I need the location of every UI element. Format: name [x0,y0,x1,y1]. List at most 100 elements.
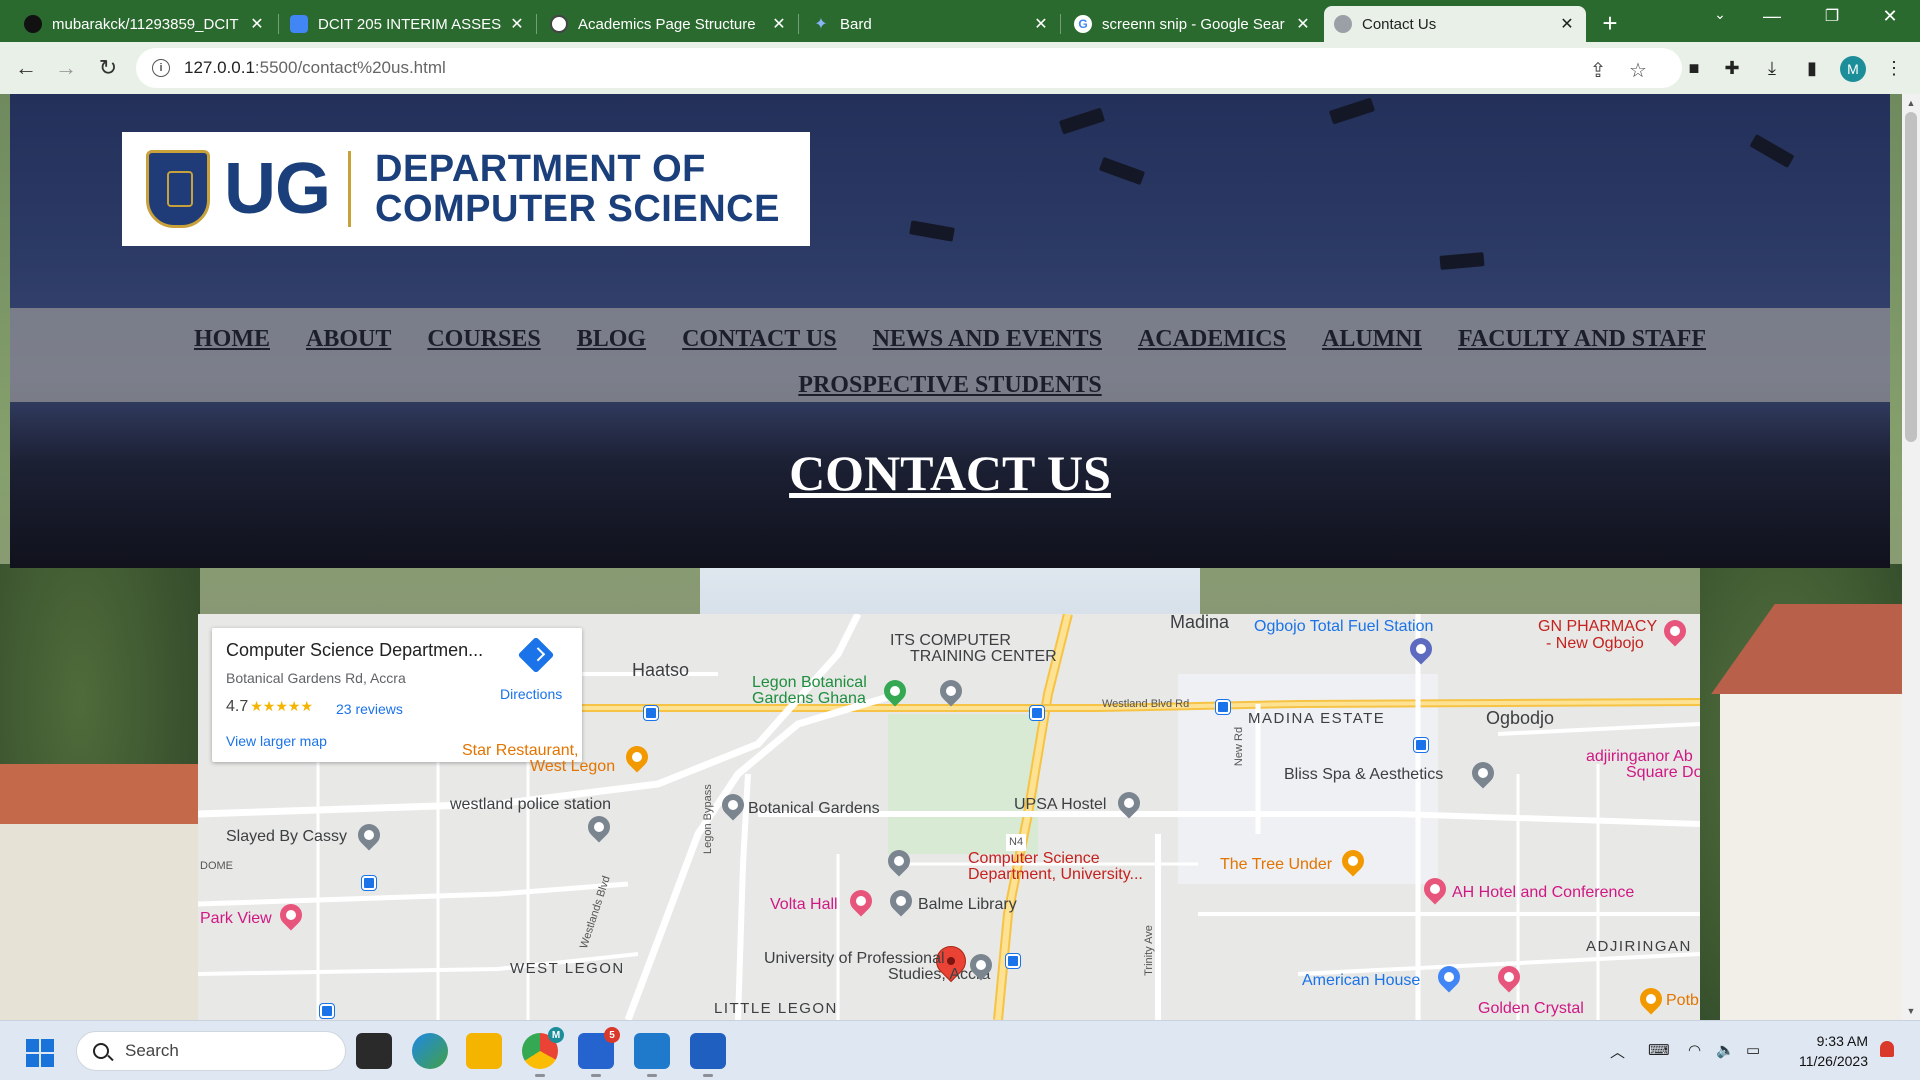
browser-tab[interactable]: DCIT 205 INTERIM ASSESSM ✕ [280,6,536,42]
nav-item: FACULTY AND STAFF [1458,316,1706,362]
browser-tab[interactable]: ✦ Bard ✕ [802,6,1060,42]
close-tab-icon[interactable]: ✕ [1558,14,1576,34]
page-title: CONTACT US [789,445,1111,501]
map-label: DOME [200,860,233,872]
close-tab-icon[interactable]: ✕ [508,14,526,34]
map-label: Ogbodjo [1486,708,1555,728]
restore-icon[interactable]: ❐ [1812,6,1852,26]
bus-stop-icon[interactable] [1216,700,1230,714]
minimize-icon[interactable]: — [1752,6,1792,27]
nav-link-academics[interactable]: ACADEMICS [1138,326,1286,353]
edge-browser-icon[interactable] [412,1033,448,1069]
windows-start-icon[interactable] [26,1039,54,1067]
directions-link[interactable]: Directions [500,686,562,702]
scroll-down-icon[interactable]: ▼ [1905,1006,1917,1016]
close-window-icon[interactable]: ✕ [1870,6,1910,27]
embedded-map[interactable]: Computer Science Departmen... Botanical … [198,614,1700,1020]
download-icon[interactable]: ⤓ [1760,56,1784,80]
github-icon [24,15,42,33]
bookmark-star-icon[interactable]: ☆ [1626,58,1650,83]
browser-tab[interactable]: mubarakck/11293859_DCIT ✕ [14,6,276,42]
close-tab-icon[interactable]: ✕ [248,14,266,34]
map-label: Balme Library [918,896,1017,913]
nav-link-news-and-events[interactable]: NEWS AND EVENTS [873,326,1102,353]
todo-check-icon[interactable]: 5 [578,1027,620,1077]
tab-separator [798,14,799,34]
background-roof-left [0,764,200,824]
bus-stop-icon[interactable] [644,706,658,720]
bus-stop-icon[interactable] [1006,954,1020,968]
view-larger-map-link[interactable]: View larger map [226,733,327,749]
back-arrow-icon[interactable]: ← [12,54,40,82]
browser-tab[interactable]: Academics Page Structure ✕ [540,6,798,42]
nav-link-courses[interactable]: COURSES [427,326,540,353]
side-panel-icon[interactable]: ▮ [1800,56,1824,80]
bus-stop-icon[interactable] [362,876,376,890]
nav-link-contact-us[interactable]: CONTACT US [682,326,836,353]
logo-line-1: DEPARTMENT OF [375,148,706,190]
menu-kebab-icon[interactable]: ⋮ [1882,56,1906,80]
file-explorer-icon[interactable] [466,1033,502,1069]
word-icon[interactable] [690,1033,726,1077]
map-label: ADJIRINGAN [1586,938,1692,955]
browser-tab[interactable]: G screenn snip - Google Sear ✕ [1064,6,1322,42]
google-icon: G [1074,15,1092,33]
graduation-cap-icon [1439,252,1485,270]
taskbar-search[interactable]: Search [76,1031,346,1071]
nav-item: ACADEMICS [1138,316,1286,362]
close-tab-icon[interactable]: ✕ [770,14,788,34]
map-label: The Tree Under [1220,856,1333,873]
nav-link-faculty-and-staff[interactable]: FACULTY AND STAFF [1458,326,1706,353]
map-label: New Rd [1233,726,1246,767]
bus-stop-icon[interactable] [1030,706,1044,720]
show-hidden-icons-icon[interactable]: ︿ [1610,1041,1625,1062]
nav-link-about[interactable]: ABOUT [306,326,391,353]
map-label: Volta Hall [770,896,838,913]
logo-line-2: COMPUTER SCIENCE [375,188,780,230]
map-label: Gardens Ghana [752,690,866,707]
profile-avatar[interactable]: M [1840,56,1866,82]
address-bar[interactable]: i 127.0.0.1:5500/contact%20us.html ⇪ ☆ [136,48,1682,88]
search-label: Search [125,1041,179,1060]
scrollbar-thumb[interactable] [1905,112,1917,442]
directions-icon[interactable] [517,636,555,674]
close-tab-icon[interactable]: ✕ [1294,14,1312,34]
chrome-icon[interactable]: M [522,1027,564,1077]
site-info-icon[interactable]: i [152,59,170,77]
new-tab-button[interactable]: + [1595,8,1625,39]
wifi-icon[interactable]: ◠ [1688,1041,1701,1059]
map-label: Legon Bypass [702,784,714,854]
battery-icon[interactable]: ▭ [1746,1041,1760,1059]
vscode-icon[interactable] [634,1033,670,1077]
nav-item: CONTACT US [682,316,836,362]
nav-item: COURSES [427,316,540,362]
browser-tab-active[interactable]: Contact Us ✕ [1324,6,1586,42]
keyboard-icon[interactable]: ⌨ [1648,1041,1670,1059]
scroll-up-icon[interactable]: ▲ [1905,98,1917,108]
nav-item: BLOG [577,316,646,362]
bus-stop-icon[interactable] [1414,738,1428,752]
puzzle-extensions-icon[interactable]: ✚ [1720,56,1744,80]
nav-link-blog[interactable]: BLOG [577,326,646,353]
reviews-link[interactable]: 23 reviews [336,701,403,717]
notification-bell-icon[interactable] [1880,1041,1894,1057]
nav-link-alumni[interactable]: ALUMNI [1322,326,1422,353]
task-view-icon[interactable] [356,1033,392,1069]
bus-stop-icon[interactable] [320,1004,334,1018]
close-tab-icon[interactable]: ✕ [1032,14,1050,34]
system-clock[interactable]: 9:33 AM 11/26/2023 [1784,1031,1868,1071]
nav-link-prospective-students[interactable]: PROSPECTIVE STUDENTS [798,372,1101,399]
forward-arrow-icon[interactable]: → [52,54,80,82]
extension-lock-icon[interactable]: ■ [1682,56,1706,80]
nav-link-home[interactable]: HOME [194,326,270,353]
map-label: Haatso [632,660,690,680]
volume-icon[interactable]: 🔈 [1716,1041,1735,1059]
tab-search-icon[interactable]: ⌄ [1700,6,1740,23]
map-label: University of Professional [764,950,945,967]
department-logo[interactable]: UG DEPARTMENT OF COMPUTER SCIENCE [122,132,810,246]
share-icon[interactable]: ⇪ [1586,58,1610,83]
graduation-cap-icon [909,220,955,242]
reload-icon[interactable]: ↻ [94,54,122,82]
tab-title: mubarakck/11293859_DCIT [52,15,239,33]
graduation-cap-icon [1328,97,1376,125]
